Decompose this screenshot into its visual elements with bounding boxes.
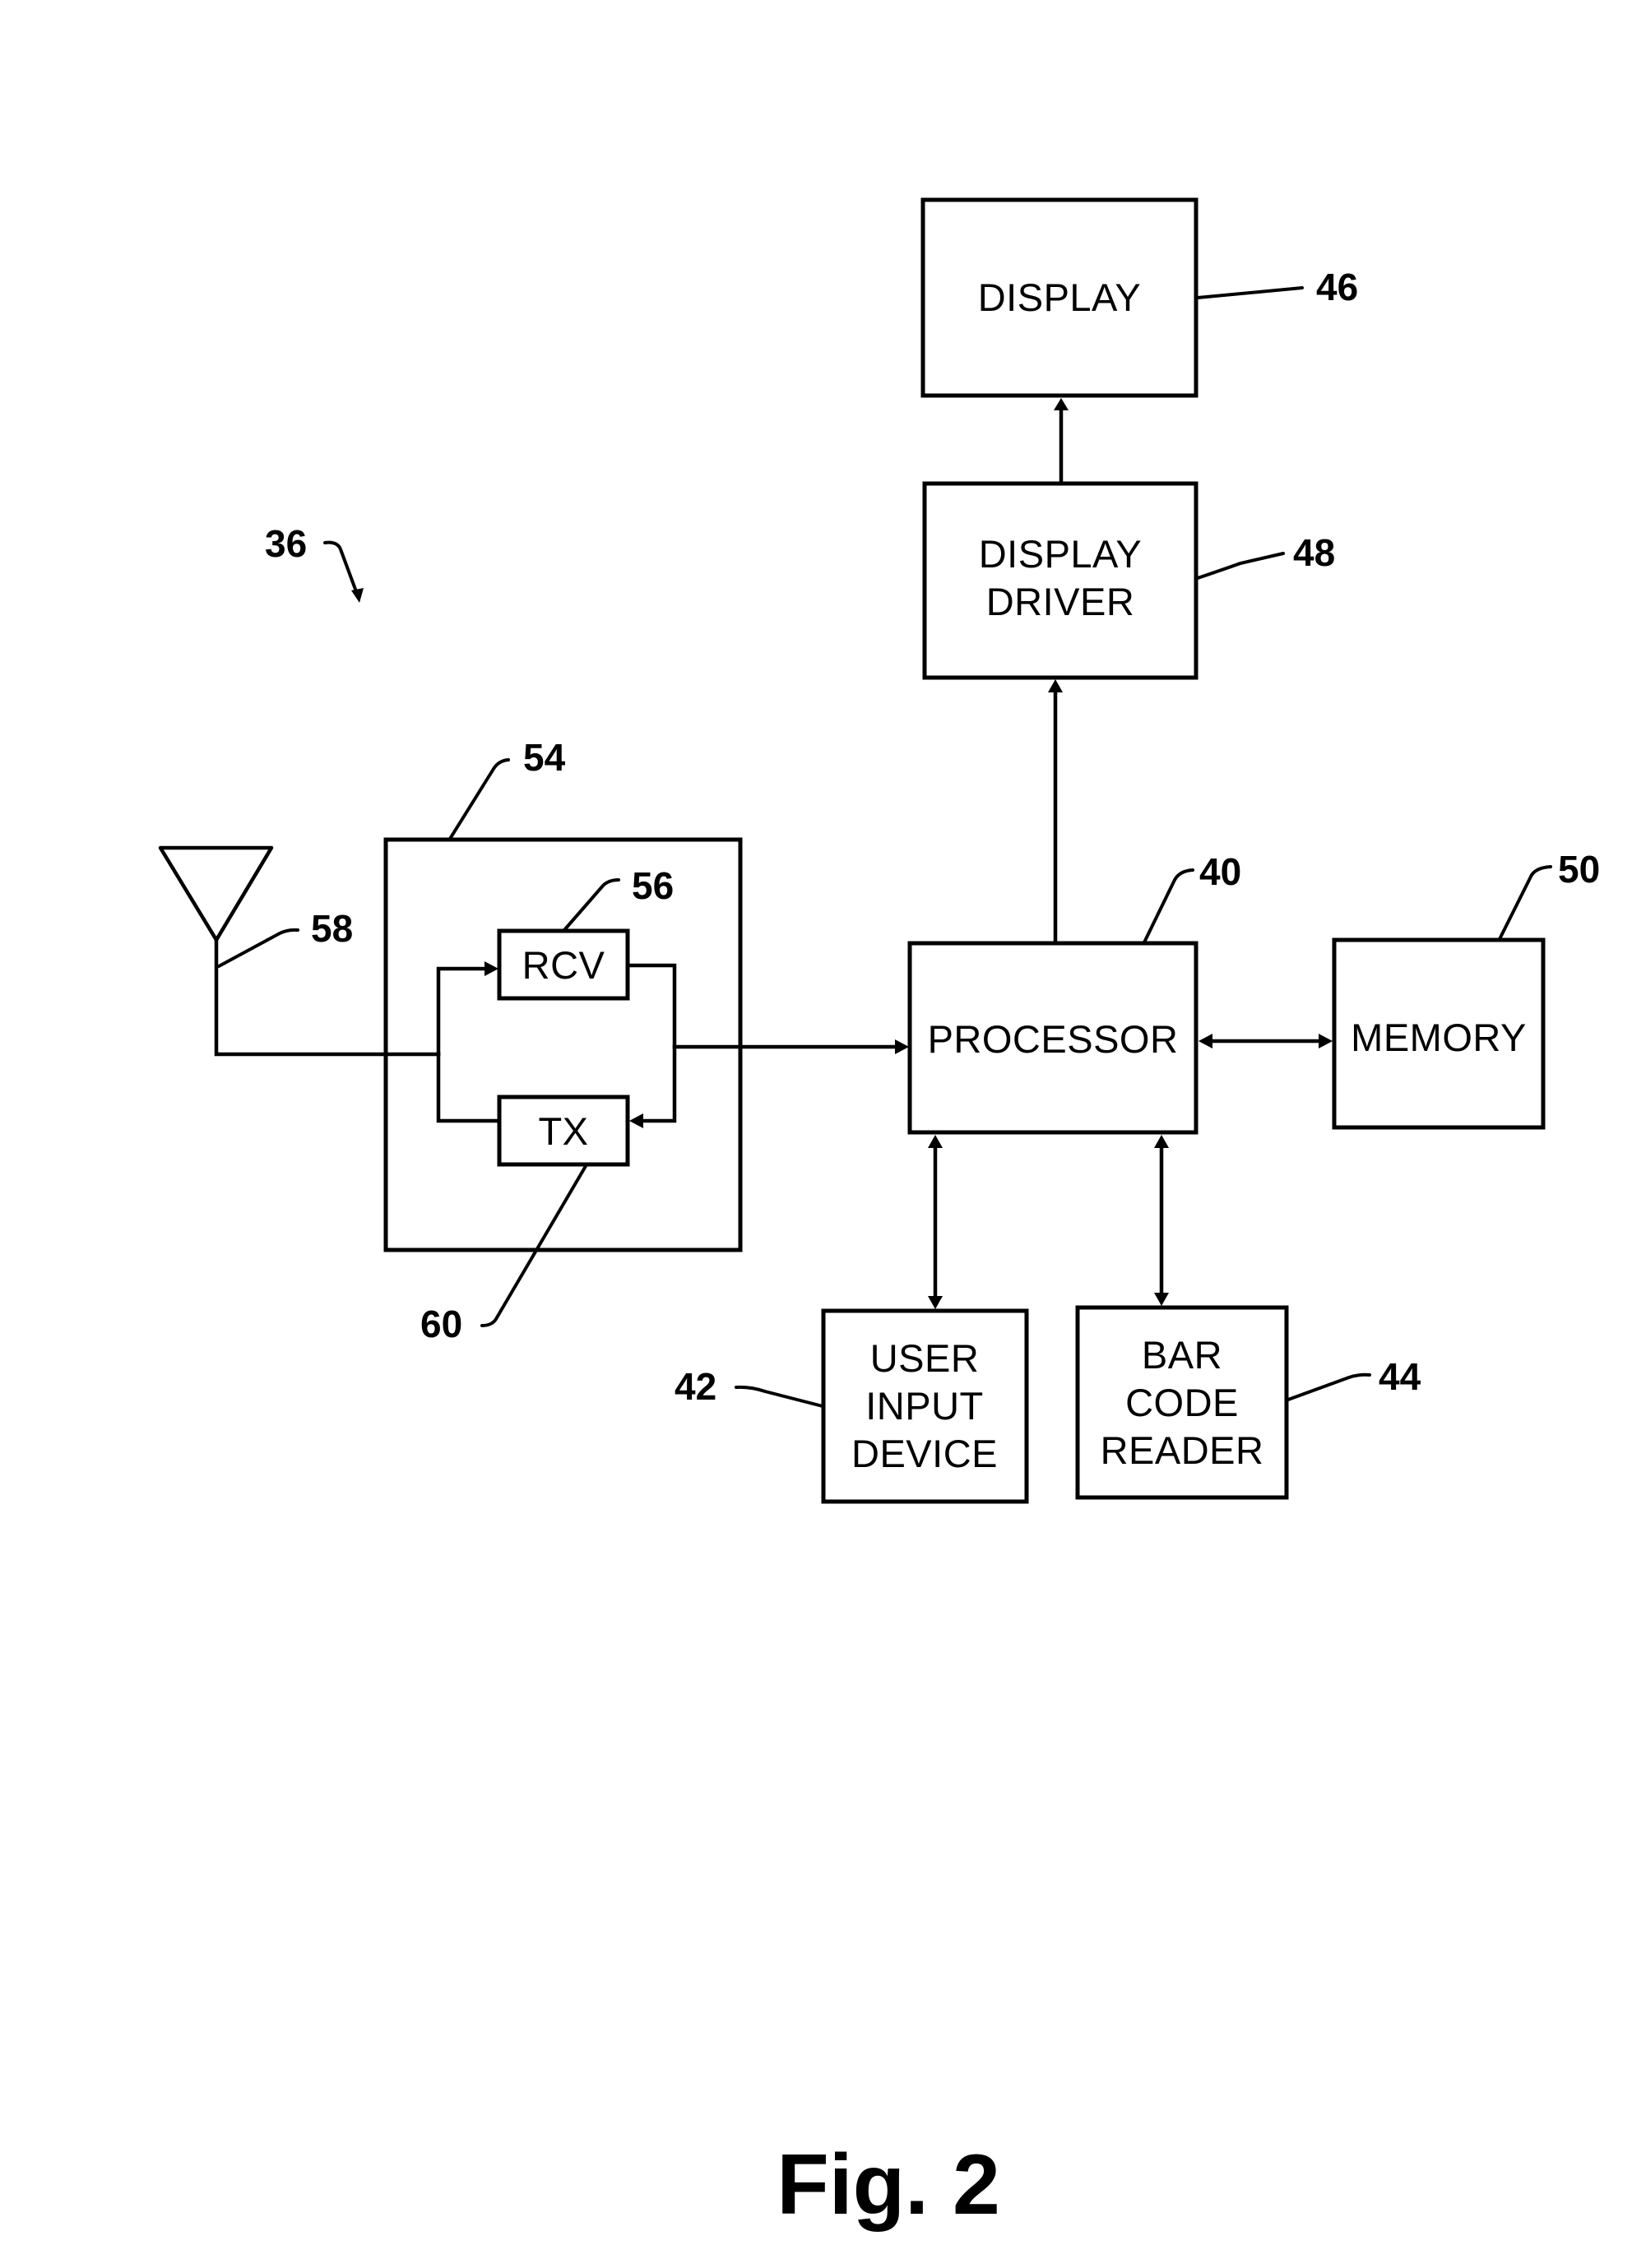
display-driver-label-line-2: DRIVER bbox=[986, 580, 1135, 623]
user-input-label-line-3: DEVICE bbox=[851, 1432, 998, 1475]
bar-code-label-line-1: BAR bbox=[1142, 1333, 1222, 1377]
receiver-label: RCV bbox=[522, 943, 605, 987]
arrowhead-down-icon bbox=[1154, 1293, 1169, 1306]
device-pointer-arrow bbox=[323, 540, 359, 595]
ref-numeral-58: 58 bbox=[311, 907, 353, 950]
antenna-icon bbox=[158, 845, 274, 942]
antenna-leader-line bbox=[217, 928, 299, 968]
user-input-device-block: USER INPUT DEVICE bbox=[821, 1308, 1029, 1504]
ref-numeral-50: 50 bbox=[1558, 848, 1600, 891]
processor-leader-line bbox=[1143, 868, 1194, 944]
bar-code-label-line-2: CODE bbox=[1125, 1381, 1239, 1424]
figure-caption: Fig. 2 bbox=[777, 2137, 1000, 2233]
ref-numeral-40: 40 bbox=[1199, 850, 1241, 893]
user-input-label-line-2: INPUT bbox=[865, 1384, 984, 1428]
display-driver-block: DISPLAY DRIVER bbox=[922, 481, 1198, 680]
transmitter-block: TX bbox=[497, 1095, 630, 1167]
processor-block: PROCESSOR bbox=[907, 941, 1198, 1135]
ref-numeral-36: 36 bbox=[265, 522, 307, 565]
memory-leader-line bbox=[1498, 865, 1552, 941]
block-diagram: DISPLAY 46 DISPLAY DRIVER 48 PROCESSOR 4… bbox=[158, 197, 1600, 2233]
arrowhead-right-icon bbox=[1319, 1034, 1333, 1048]
ref-numeral-60: 60 bbox=[420, 1303, 462, 1345]
arrowhead-down-icon bbox=[928, 1296, 943, 1309]
ref-numeral-56: 56 bbox=[632, 864, 674, 907]
transceiver-leader-line bbox=[448, 758, 510, 840]
processor-label: PROCESSOR bbox=[928, 1017, 1179, 1061]
arrowhead-left-icon bbox=[1198, 1034, 1212, 1048]
ref-numeral-44: 44 bbox=[1379, 1355, 1421, 1398]
arrowhead-down-icon bbox=[351, 588, 364, 603]
arrowhead-up-icon bbox=[928, 1135, 943, 1148]
memory-block: MEMORY bbox=[1332, 937, 1546, 1130]
receiver-block: RCV bbox=[497, 928, 630, 1001]
ref-numeral-42: 42 bbox=[675, 1365, 716, 1408]
display-driver-label-line-1: DISPLAY bbox=[979, 532, 1143, 576]
display-label-line-1: DISPLAY bbox=[978, 275, 1142, 319]
ref-numeral-54: 54 bbox=[523, 736, 566, 779]
bar-code-leader-line bbox=[1287, 1372, 1371, 1401]
arrowhead-up-icon bbox=[1154, 1135, 1169, 1148]
display-leader-line bbox=[1196, 286, 1304, 299]
arrowhead-up-icon bbox=[1048, 679, 1063, 692]
transmitter-label: TX bbox=[538, 1109, 588, 1153]
display-driver-leader-line bbox=[1196, 552, 1285, 580]
ref-numeral-48: 48 bbox=[1293, 531, 1335, 574]
user-input-leader-line bbox=[735, 1385, 824, 1408]
memory-label: MEMORY bbox=[1351, 1016, 1527, 1059]
user-input-label-line-1: USER bbox=[870, 1336, 980, 1380]
arrowhead-right-icon bbox=[895, 1039, 909, 1054]
arrowhead-up-icon bbox=[1054, 398, 1069, 410]
bar-code-label-line-3: READER bbox=[1101, 1428, 1264, 1472]
bar-code-reader-block: BAR CODE READER bbox=[1075, 1305, 1289, 1500]
ref-numeral-46: 46 bbox=[1316, 266, 1358, 308]
display-block: DISPLAY bbox=[920, 197, 1198, 398]
